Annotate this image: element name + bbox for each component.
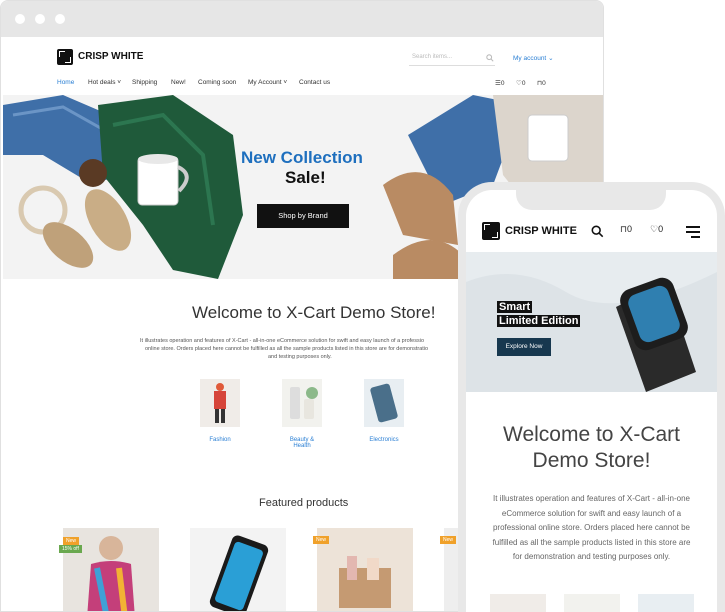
discount-badge: 15% off: [59, 545, 82, 553]
category-thumb[interactable]: [490, 594, 546, 612]
category-electronics-label[interactable]: Electronics: [364, 437, 404, 443]
wishlist-link[interactable]: ♡0: [650, 224, 663, 235]
window-dot: [15, 14, 25, 24]
new-badge: New: [440, 536, 457, 544]
mobile-welcome-line: Welcome to X-Cart: [503, 423, 680, 446]
nav-contact-us[interactable]: Contact us: [299, 79, 330, 86]
mobile-hero-banner[interactable]: Smart Limited Edition Explore Now: [466, 252, 717, 392]
search-icon[interactable]: [486, 54, 494, 62]
featured-heading: Featured products: [259, 497, 349, 509]
nav-my-account[interactable]: My Account ˅: [248, 79, 287, 86]
intro-line: online store. Orders placed here cannot …: [145, 346, 429, 352]
mobile-intro-line: for demonstration and testing purposes o…: [512, 552, 671, 561]
cart-link[interactable]: ⊓0: [620, 224, 632, 235]
intro-line: It illustrates operation and features of…: [140, 338, 424, 344]
category-electronics-image[interactable]: [364, 379, 404, 427]
intro-text: It illustrates operation and features of…: [140, 337, 480, 361]
search-icon[interactable]: [591, 225, 604, 238]
category-beauty-image[interactable]: [282, 379, 322, 427]
product-card-2[interactable]: [190, 528, 286, 611]
window-dot: [55, 14, 65, 24]
category-beauty-label[interactable]: Beauty & Health: [282, 437, 322, 449]
explore-now-button[interactable]: Explore Now: [497, 338, 551, 356]
browser-titlebar: [1, 1, 603, 37]
intro-line: and testing purposes only.: [268, 354, 332, 360]
mobile-welcome-line: Demo Store!: [532, 449, 651, 472]
cosmetics-bottle-icon: [290, 387, 318, 419]
phone-device-icon: [370, 383, 398, 423]
product-phone-image: [209, 535, 269, 611]
wishlist-count: 0: [521, 80, 526, 87]
wishlist-link[interactable]: ♡0: [516, 79, 525, 87]
hamburger-menu-icon[interactable]: [686, 226, 700, 238]
mobile-welcome-heading: Welcome to X-Cart Demo Store!: [466, 422, 717, 474]
nav-shipping[interactable]: Shipping: [132, 79, 157, 86]
hero-title: New Collection: [241, 148, 363, 167]
mobile-intro-line: professional online store. Orders placed…: [492, 523, 690, 532]
nav-my-account-label: My Account: [248, 79, 282, 86]
fashion-figure-icon: [214, 383, 226, 423]
mobile-intro-line: fulfilled as all the sample products lis…: [492, 537, 691, 547]
store-brand[interactable]: CRISP WHITE: [78, 51, 143, 62]
heart-icon: ♡: [650, 224, 659, 234]
nav-hot-deals-label: Hot deals: [88, 79, 116, 86]
category-fashion-label[interactable]: Fashion: [200, 437, 240, 443]
search-input[interactable]: Search items...: [409, 53, 495, 66]
welcome-heading: Welcome to X-Cart Demo Store!: [192, 303, 436, 322]
chevron-down-icon: ˅: [115, 79, 122, 86]
mobile-intro-text: It illustrates operation and features of…: [466, 492, 717, 565]
category-thumb[interactable]: [638, 594, 694, 612]
compare-count: 0: [500, 80, 505, 87]
hero-line-2: Limited Edition: [497, 311, 581, 329]
shop-by-brand-button[interactable]: Shop by Brand: [257, 204, 349, 228]
window-dot: [35, 14, 45, 24]
new-badge: New: [313, 536, 330, 544]
phone-notch: [516, 190, 666, 210]
store-brand[interactable]: CRISP WHITE: [505, 225, 577, 237]
chevron-down-icon: ˅: [281, 79, 288, 86]
category-thumb[interactable]: [564, 594, 620, 612]
product-card-3[interactable]: [317, 528, 413, 611]
cart-link[interactable]: ⊓0: [537, 79, 546, 87]
nav-new[interactable]: New!: [171, 79, 186, 86]
product-beauty-box-image: [339, 556, 391, 608]
category-beauty-line2: Health: [293, 443, 311, 449]
bag-icon: ⊓: [620, 224, 628, 234]
cart-count: 0: [542, 80, 546, 87]
wishlist-count: 0: [658, 224, 664, 234]
category-fashion-image[interactable]: [200, 379, 240, 427]
chevron-down-icon: ⌄: [548, 55, 554, 62]
mobile-intro-line: It illustrates operation and features of…: [493, 494, 690, 503]
my-account-menu[interactable]: My account ⌄: [513, 54, 554, 62]
cart-count: 0: [627, 224, 633, 234]
hero-line-2-text: Limited Edition: [497, 315, 581, 327]
nav-coming-soon[interactable]: Coming soon: [198, 79, 236, 86]
search-placeholder: Search items...: [412, 54, 453, 60]
logo-icon[interactable]: [482, 222, 500, 240]
compare-link[interactable]: ☰0: [495, 79, 504, 87]
nav-home[interactable]: Home: [57, 79, 74, 86]
mobile-phone-frame: CRISP WHITE ⊓0 ♡0 Smart Limited Edition …: [458, 182, 725, 612]
nav-hot-deals[interactable]: Hot deals ˅: [88, 79, 121, 86]
mobile-intro-line: eCommerce solution for swift and easy la…: [501, 508, 682, 518]
hero-subtitle: Sale!: [285, 168, 326, 187]
logo-icon[interactable]: [57, 49, 73, 65]
my-account-label: My account: [513, 55, 547, 62]
new-badge: New: [63, 537, 80, 545]
